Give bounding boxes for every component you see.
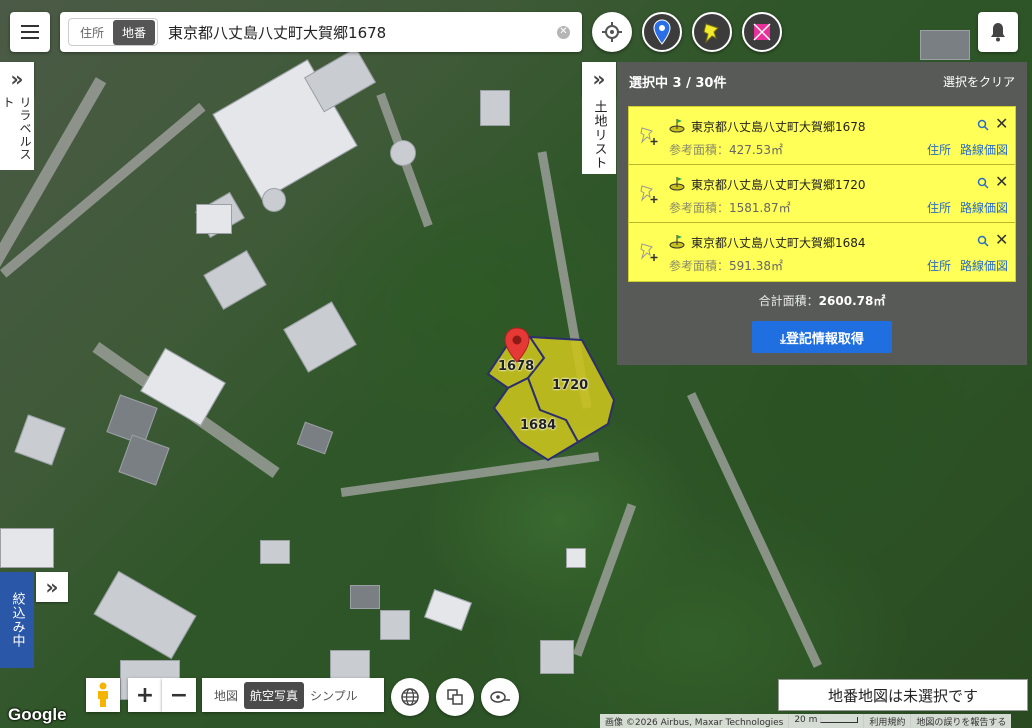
selection-count: 選択中 3 / 30件 — [629, 75, 727, 91]
land-plot-icon — [669, 177, 685, 191]
list-item[interactable]: 東京都八丈島八丈町大賀郷1720 参考面積：1581.87㎡ ✕ 住所 路線価図 — [629, 165, 1015, 223]
land-plot-icon — [669, 235, 685, 249]
pushpin-icon — [703, 23, 719, 44]
area-value: 591.38㎡ — [729, 259, 784, 273]
parcel-label: 1720 — [552, 378, 589, 393]
scale-bar — [820, 716, 859, 723]
filter-tab[interactable]: 絞込み中 — [0, 572, 34, 668]
item-address: 東京都八丈島八丈町大賀郷1684 — [691, 236, 866, 250]
zoom-to-icon[interactable] — [977, 177, 989, 189]
add-pin-icon[interactable] — [637, 181, 661, 205]
area-label: 参考面積： — [669, 259, 730, 273]
scale-indicator: 20 m — [788, 714, 863, 728]
expand-label-list-button[interactable]: » — [0, 62, 34, 96]
address-link[interactable]: 住所 — [927, 199, 951, 216]
square-shape-icon — [753, 23, 771, 41]
scale-text: 20 m — [794, 715, 818, 725]
address-link[interactable]: 住所 — [927, 257, 951, 274]
zoom-out-button[interactable]: − — [162, 678, 196, 712]
map-attribution: 画像 ©2026 Airbus, Maxar Technologies 20 m… — [600, 714, 1012, 728]
pushpin-button[interactable] — [692, 12, 732, 52]
item-area: 参考面積：427.53㎡ — [669, 141, 783, 158]
globe-button[interactable] — [391, 678, 429, 716]
area-value: 427.53㎡ — [729, 143, 784, 157]
area-label: 参考面積： — [669, 201, 730, 215]
map-type-toggle[interactable]: 地図 航空写真 シンプル — [202, 678, 384, 712]
get-registry-button[interactable]: ⤓登記情報取得 — [752, 321, 892, 353]
remove-item-button[interactable]: ✕ — [995, 230, 1008, 249]
globe-icon — [401, 688, 419, 706]
route-price-link[interactable]: 路線価図 — [960, 257, 1008, 274]
google-logo: Google — [8, 705, 67, 724]
tape-measure-icon — [490, 691, 510, 703]
map-type-map[interactable]: 地図 — [208, 682, 244, 709]
map-pin-icon — [653, 19, 671, 45]
area-select-button[interactable] — [742, 12, 782, 52]
crosshair-icon — [602, 22, 622, 42]
search-mode-toggle[interactable]: 住所 地番 — [68, 18, 159, 46]
total-value: 2600.78㎡ — [818, 294, 886, 308]
land-list-tab[interactable]: 土地リスト — [582, 96, 616, 174]
land-list: 東京都八丈島八丈町大賀郷1678 参考面積：427.53㎡ ✕ 住所 路線価図 … — [628, 106, 1016, 282]
list-item[interactable]: 東京都八丈島八丈町大賀郷1678 参考面積：427.53㎡ ✕ 住所 路線価図 — [629, 107, 1015, 165]
map-type-aerial[interactable]: 航空写真 — [244, 681, 305, 709]
pegman-icon — [98, 682, 108, 707]
item-address: 東京都八丈島八丈町大賀郷1720 — [691, 178, 866, 192]
list-item[interactable]: 東京都八丈島八丈町大賀郷1684 参考面積：591.38㎡ ✕ 住所 路線価図 — [629, 223, 1015, 281]
add-pin-icon[interactable] — [637, 239, 661, 263]
terms-link[interactable]: 利用規約 — [863, 714, 910, 728]
item-area: 参考面積：591.38㎡ — [669, 257, 783, 274]
address-link[interactable]: 住所 — [927, 141, 951, 158]
zoom-to-icon[interactable] — [977, 119, 989, 131]
bell-icon — [991, 23, 1005, 42]
mode-lot-button[interactable]: 地番 — [113, 19, 156, 45]
route-price-link[interactable]: 路線価図 — [960, 141, 1008, 158]
measure-button[interactable] — [481, 678, 519, 716]
mode-address-button[interactable]: 住所 — [71, 20, 113, 45]
area-value: 1581.87㎡ — [729, 201, 791, 215]
street-view-button[interactable] — [86, 678, 120, 712]
zoom-in-button[interactable]: + — [128, 678, 162, 712]
report-error-link[interactable]: 地図の誤りを報告する — [910, 714, 1011, 728]
layers-icon — [447, 689, 463, 705]
lot-map-status: 地番地図は未選択です — [778, 679, 1028, 711]
total-label: 合計面積： — [758, 294, 819, 308]
label-list-tab[interactable]: リラベルスト — [0, 96, 34, 170]
current-location-button[interactable] — [592, 12, 632, 52]
parcel-label: 1684 — [520, 418, 557, 433]
clear-selection-link[interactable]: 選択をクリア — [943, 73, 1015, 90]
notification-button[interactable] — [978, 12, 1018, 52]
zoom-to-icon[interactable] — [977, 235, 989, 247]
location-marker-icon[interactable] — [504, 327, 530, 363]
layers-button[interactable] — [436, 678, 474, 716]
imagery-credit: 画像 ©2026 Airbus, Maxar Technologies — [605, 718, 784, 728]
collapse-land-list-button[interactable]: » — [582, 62, 616, 96]
remove-item-button[interactable]: ✕ — [995, 172, 1008, 191]
remove-item-button[interactable]: ✕ — [995, 114, 1008, 133]
hamburger-icon — [21, 25, 39, 39]
total-area: 合計面積：2600.78㎡ — [617, 292, 1027, 309]
area-label: 参考面積： — [669, 143, 730, 157]
route-price-link[interactable]: 路線価図 — [960, 199, 1008, 216]
item-address: 東京都八丈島八丈町大賀郷1678 — [691, 120, 866, 134]
blue-pin-button[interactable] — [642, 12, 682, 52]
menu-button[interactable] — [10, 12, 50, 52]
land-list-panel: 選択中 3 / 30件 選択をクリア 東京都八丈島八丈町大賀郷1678 参考面積… — [617, 62, 1027, 365]
clear-search-icon[interactable]: ✕ — [557, 25, 570, 39]
panel-header: 選択中 3 / 30件 選択をクリア — [617, 62, 1027, 100]
land-plot-icon — [669, 119, 685, 133]
expand-filter-button[interactable]: » — [36, 572, 68, 602]
search-input[interactable]: 東京都八丈島八丈町大賀郷1678 — [168, 22, 557, 43]
search-bar[interactable]: 住所 地番 東京都八丈島八丈町大賀郷1678 ✕ — [60, 12, 582, 52]
add-pin-icon[interactable] — [637, 123, 661, 147]
item-area: 参考面積：1581.87㎡ — [669, 199, 791, 216]
map-type-simple[interactable]: シンプル — [304, 682, 364, 709]
